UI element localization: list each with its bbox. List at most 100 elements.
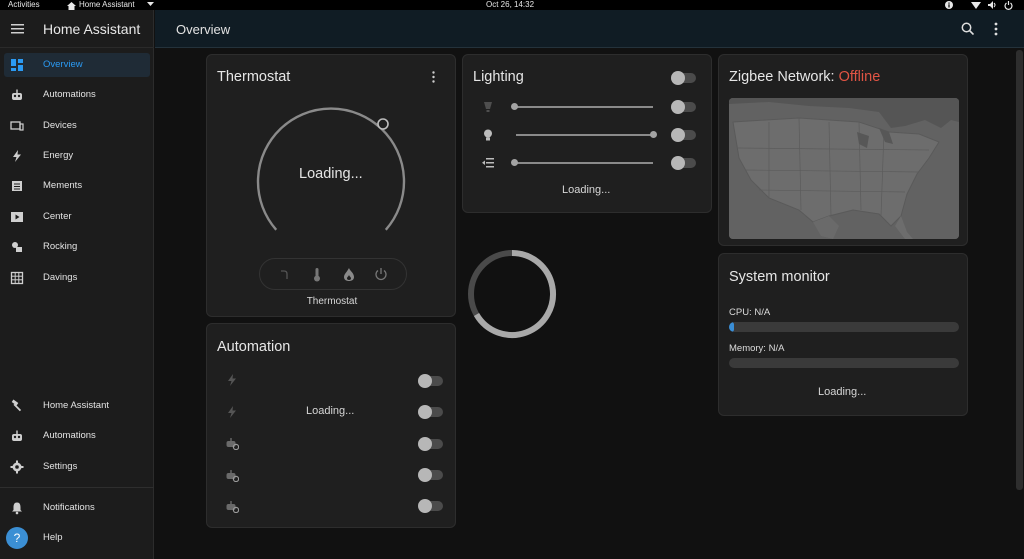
dial-handle[interactable] xyxy=(377,118,389,130)
cpu-label: CPU: N/A xyxy=(729,307,771,318)
sidebar-header: Home Assistant xyxy=(0,10,154,48)
sidebar-item-developer-tools[interactable]: Home Assistant xyxy=(4,394,150,418)
memory-progress-bar xyxy=(729,358,959,368)
card-title: Automation xyxy=(217,339,291,355)
card-title: Zigbee Network: Offline xyxy=(729,69,880,85)
light-toggle[interactable] xyxy=(671,128,696,142)
page-title: Overview xyxy=(176,22,231,37)
ceiling-light-icon xyxy=(484,102,492,112)
activities-button[interactable]: Activities xyxy=(8,0,40,9)
info-icon[interactable] xyxy=(945,1,953,9)
light-strip-icon xyxy=(482,158,494,168)
thermostat-card: Thermostat Loading... Thermostat xyxy=(206,54,456,317)
sidebar-item-center[interactable]: Center xyxy=(4,205,150,229)
sidebar-item-automations-2[interactable]: Automations xyxy=(4,424,150,448)
undo-icon[interactable] xyxy=(280,269,290,281)
shapes-icon xyxy=(12,242,22,252)
system-top-bar: Activities Home Assistant Oct 26, 14:32 xyxy=(0,0,1024,10)
sidebar-item-energy[interactable]: Energy xyxy=(4,144,150,168)
sidebar-item-label: Automations xyxy=(43,89,96,100)
sidebar-item-rocking[interactable]: Rocking xyxy=(4,235,150,259)
sidebar-item-davings[interactable]: Davings xyxy=(4,266,150,290)
lightning-icon xyxy=(13,150,21,162)
robot-icon xyxy=(226,470,239,482)
clock[interactable]: Oct 26, 14:32 xyxy=(486,0,534,9)
thermometer-icon[interactable] xyxy=(312,267,322,282)
thermostat-label: Thermostat xyxy=(306,296,358,307)
zigbee-title: Zigbee Network: xyxy=(729,69,839,85)
fire-icon[interactable] xyxy=(342,267,356,282)
sidebar-item-label: Settings xyxy=(43,461,78,472)
zigbee-status: Offline xyxy=(838,69,881,85)
sidebar-item-label: Rocking xyxy=(43,241,78,252)
app-menu-button[interactable]: Home Assistant xyxy=(79,0,135,9)
monitor-status: Loading... xyxy=(818,386,867,398)
menu-icon[interactable] xyxy=(11,24,24,34)
zigbee-map[interactable] xyxy=(729,98,959,239)
automation-toggle[interactable] xyxy=(418,405,443,419)
sidebar-item-label: Overview xyxy=(43,59,83,70)
wifi-icon[interactable] xyxy=(971,1,981,9)
map-image xyxy=(729,98,959,239)
memory-label: Memory: N/A xyxy=(729,343,785,354)
lighting-card: Lighting Loading... xyxy=(462,54,712,213)
sidebar-item-label: Energy xyxy=(43,150,74,161)
slider-handle[interactable] xyxy=(650,131,657,138)
hammer-icon xyxy=(11,399,22,412)
sidebar-item-settings[interactable]: Settings xyxy=(4,455,150,479)
zigbee-card: Zigbee Network: Offline xyxy=(718,54,968,246)
help-icon[interactable]: ? xyxy=(6,527,28,549)
lighting-master-toggle[interactable] xyxy=(671,71,696,85)
automation-toggle[interactable] xyxy=(418,499,443,513)
thermostat-status: Loading... xyxy=(299,166,363,182)
slider-track[interactable] xyxy=(515,106,653,108)
more-vertical-icon[interactable] xyxy=(993,22,999,36)
robot-icon xyxy=(226,501,239,513)
more-vertical-icon[interactable] xyxy=(431,71,436,83)
app-title: Home Assistant xyxy=(43,21,141,37)
grid-icon xyxy=(10,271,24,285)
dashboard-icon xyxy=(11,59,23,71)
sidebar-item-devices[interactable]: Devices xyxy=(4,114,150,138)
automation-toggle[interactable] xyxy=(418,437,443,451)
robot-icon xyxy=(12,89,22,100)
automation-toggle[interactable] xyxy=(418,374,443,388)
power-icon[interactable] xyxy=(1004,1,1013,10)
lightning-icon xyxy=(228,406,236,418)
slider-handle[interactable] xyxy=(511,159,518,166)
slider-handle[interactable] xyxy=(511,103,518,110)
sidebar-item-label: Help xyxy=(43,532,63,543)
sidebar-divider xyxy=(0,487,154,488)
card-title: Thermostat xyxy=(217,69,291,85)
robot-icon xyxy=(12,430,22,441)
sidebar-item-overview[interactable]: Overview xyxy=(4,53,150,77)
robot-icon xyxy=(226,438,239,450)
sidebar: Home Assistant Overview Automations Devi… xyxy=(0,10,154,559)
search-icon[interactable] xyxy=(961,22,974,35)
automation-card: Automation Loading... xyxy=(206,323,456,528)
automation-toggle[interactable] xyxy=(418,468,443,482)
sidebar-item-automations[interactable]: Automations xyxy=(4,83,150,107)
bell-icon xyxy=(12,502,22,515)
volume-icon[interactable] xyxy=(988,1,996,9)
light-toggle[interactable] xyxy=(671,100,696,114)
scrollbar[interactable] xyxy=(1016,50,1023,490)
list-icon xyxy=(12,181,22,191)
power-icon[interactable] xyxy=(374,267,388,281)
sidebar-item-label: Devices xyxy=(43,120,77,131)
slider-track[interactable] xyxy=(516,134,654,136)
sidebar-item-notifications[interactable]: Notifications xyxy=(4,496,150,520)
sidebar-item-label: Davings xyxy=(43,272,78,283)
slider-track[interactable] xyxy=(515,162,653,164)
sidebar-item-label: Automations xyxy=(43,430,96,441)
cpu-progress-bar xyxy=(729,322,959,332)
sidebar-item-mements[interactable]: Mements xyxy=(4,174,150,198)
main-header: Overview xyxy=(155,10,1024,48)
chevron-down-icon xyxy=(147,2,154,6)
light-toggle[interactable] xyxy=(671,156,696,170)
thermostat-mode-bar xyxy=(259,258,407,290)
cpu-progress-fill xyxy=(729,322,734,332)
sidebar-item-help[interactable]: Help xyxy=(32,526,150,550)
card-title: Lighting xyxy=(473,69,524,85)
lightbulb-icon xyxy=(484,129,492,141)
